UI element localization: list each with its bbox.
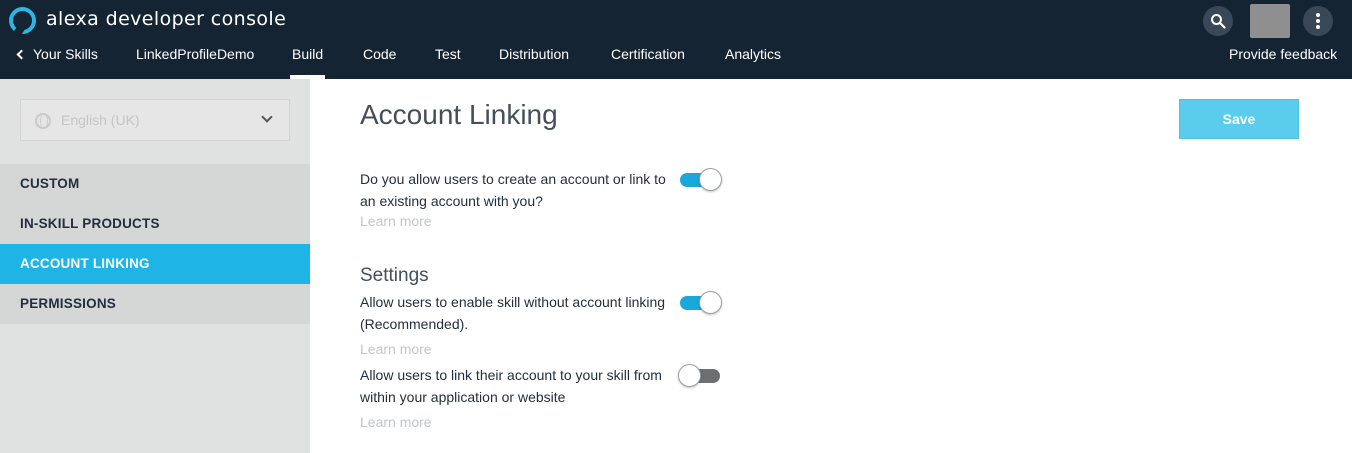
toggle-knob [678, 364, 701, 387]
setting-enable-without-linking: Allow users to enable skill without acco… [360, 294, 666, 332]
page-title: Account Linking [360, 99, 558, 130]
locale-value: English (UK) [61, 112, 140, 128]
back-to-skills-link[interactable]: Your Skills [16, 46, 98, 79]
back-label: Your Skills [33, 46, 98, 62]
alexa-ring-icon[interactable] [9, 7, 36, 34]
app-title[interactable]: alexa developer console [46, 8, 286, 30]
setting-link-from-app: Allow users to link their account to you… [360, 367, 662, 405]
search-icon [1211, 14, 1226, 29]
locale-select[interactable]: English (UK) [20, 99, 290, 141]
tab-distribution[interactable]: Distribution [499, 46, 569, 79]
sidebar-item-account-linking[interactable]: ACCOUNT LINKING [0, 244, 310, 284]
account-linking-toggle[interactable] [680, 168, 722, 191]
account-linking-question: Do you allow users to create an account … [360, 171, 666, 209]
avatar[interactable] [1250, 4, 1290, 38]
save-button[interactable]: Save [1179, 99, 1299, 139]
settings-heading: Settings [360, 265, 429, 286]
more-menu-button[interactable] [1303, 6, 1333, 36]
sidebar-item-permissions[interactable]: PERMISSIONS [0, 284, 310, 324]
tab-test[interactable]: Test [435, 46, 461, 79]
sidebar-item-custom[interactable]: CUSTOM [0, 164, 310, 204]
chevron-left-icon [16, 49, 27, 60]
toggle-knob [699, 291, 722, 314]
enable-without-linking-toggle[interactable] [680, 291, 722, 314]
link-from-app-toggle[interactable] [678, 364, 720, 387]
provide-feedback-link[interactable]: Provide feedback [1229, 46, 1337, 79]
globe-icon [35, 113, 51, 129]
learn-more-link[interactable]: Learn more [360, 414, 432, 430]
tab-analytics[interactable]: Analytics [725, 46, 781, 79]
search-button[interactable] [1203, 6, 1233, 36]
tab-code[interactable]: Code [363, 46, 396, 79]
sidebar-item-in-skill-products[interactable]: IN-SKILL PRODUCTS [0, 204, 310, 244]
sidebar: English (UK) CUSTOM IN-SKILL PRODUCTS AC… [0, 79, 310, 453]
tab-build[interactable]: Build [289, 46, 326, 79]
learn-more-link[interactable]: Learn more [360, 213, 432, 229]
chevron-down-icon [261, 111, 273, 123]
toggle-knob [699, 168, 722, 191]
top-bar: alexa developer console Your Skills Link… [0, 0, 1352, 79]
tab-certification[interactable]: Certification [611, 46, 685, 79]
skill-nav: Your Skills LinkedProfileDemo Build Code… [0, 44, 1352, 79]
learn-more-link[interactable]: Learn more [360, 341, 432, 357]
skill-name-link[interactable]: LinkedProfileDemo [136, 46, 254, 79]
more-vertical-icon [1316, 13, 1320, 29]
